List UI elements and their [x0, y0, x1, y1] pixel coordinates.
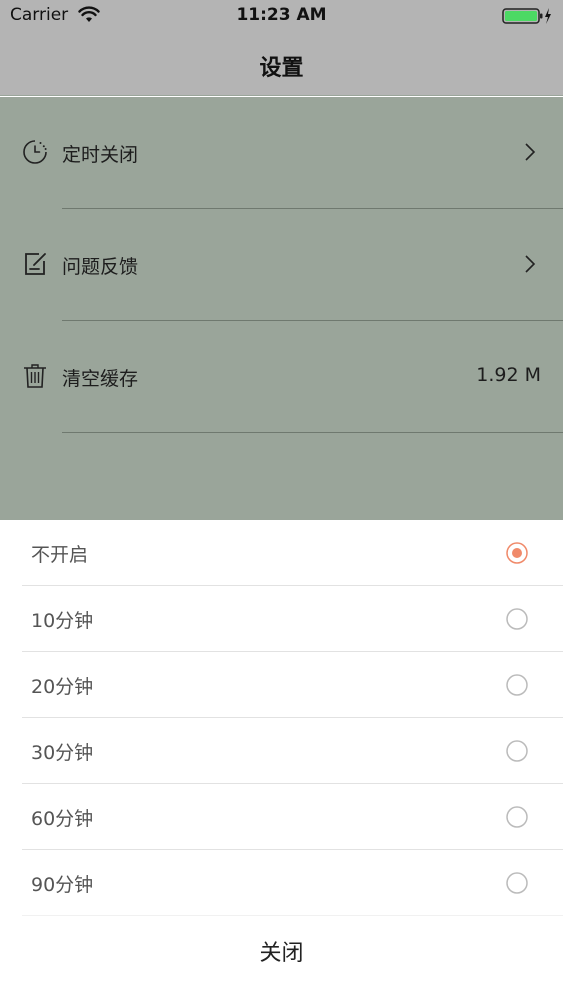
settings-item-label: 清空缓存	[62, 368, 139, 390]
option-label: 10分钟	[31, 610, 94, 632]
chevron-right-icon	[525, 143, 536, 161]
trash-icon	[24, 364, 46, 388]
cache-size-value: 1.92 M	[476, 364, 541, 386]
settings-item-timer[interactable]: 定时关闭	[0, 97, 563, 209]
radio-unselected-icon[interactable]	[506, 806, 528, 828]
option-label: 60分钟	[31, 808, 94, 830]
status-bar: Carrier 11:23 AM	[0, 0, 563, 32]
clock-icon	[23, 140, 47, 164]
timer-options-sheet: 不开启 10分钟 20分钟 30分钟 60分钟 90分钟 关闭	[0, 520, 563, 1000]
navigation-bar: 设置	[0, 32, 563, 96]
option-60-min[interactable]: 60分钟	[22, 784, 563, 850]
radio-unselected-icon[interactable]	[506, 872, 528, 894]
radio-unselected-icon[interactable]	[506, 608, 528, 630]
page-title: 设置	[259, 56, 304, 81]
radio-selected-icon[interactable]	[506, 542, 528, 564]
option-90-min[interactable]: 90分钟	[22, 850, 563, 916]
option-20-min[interactable]: 20分钟	[22, 652, 563, 718]
option-30-min[interactable]: 30分钟	[22, 718, 563, 784]
feedback-icon	[25, 253, 46, 275]
row-divider	[62, 432, 563, 433]
option-off[interactable]: 不开启	[22, 520, 563, 586]
settings-list: 定时关闭 问题反馈 清空缓存 1.92 M	[0, 97, 563, 520]
option-label: 90分钟	[31, 874, 94, 896]
screen: Carrier 11:23 AM 设置 定时关闭 问题反馈 清空缓存 1.92 …	[0, 0, 563, 1000]
option-10-min[interactable]: 10分钟	[22, 586, 563, 652]
option-label: 30分钟	[31, 742, 94, 764]
settings-item-feedback[interactable]: 问题反馈	[0, 209, 563, 321]
radio-unselected-icon[interactable]	[506, 674, 528, 696]
settings-item-label: 问题反馈	[62, 256, 139, 278]
battery-icon	[502, 8, 551, 24]
option-label: 不开启	[31, 544, 89, 566]
settings-item-clear-cache[interactable]: 清空缓存 1.92 M	[0, 321, 563, 433]
option-label: 20分钟	[31, 676, 94, 698]
radio-unselected-icon[interactable]	[506, 740, 528, 762]
close-button[interactable]: 关闭	[0, 914, 563, 994]
status-time: 11:23 AM	[236, 5, 327, 25]
chevron-right-icon	[525, 255, 536, 273]
settings-item-label: 定时关闭	[62, 144, 139, 166]
